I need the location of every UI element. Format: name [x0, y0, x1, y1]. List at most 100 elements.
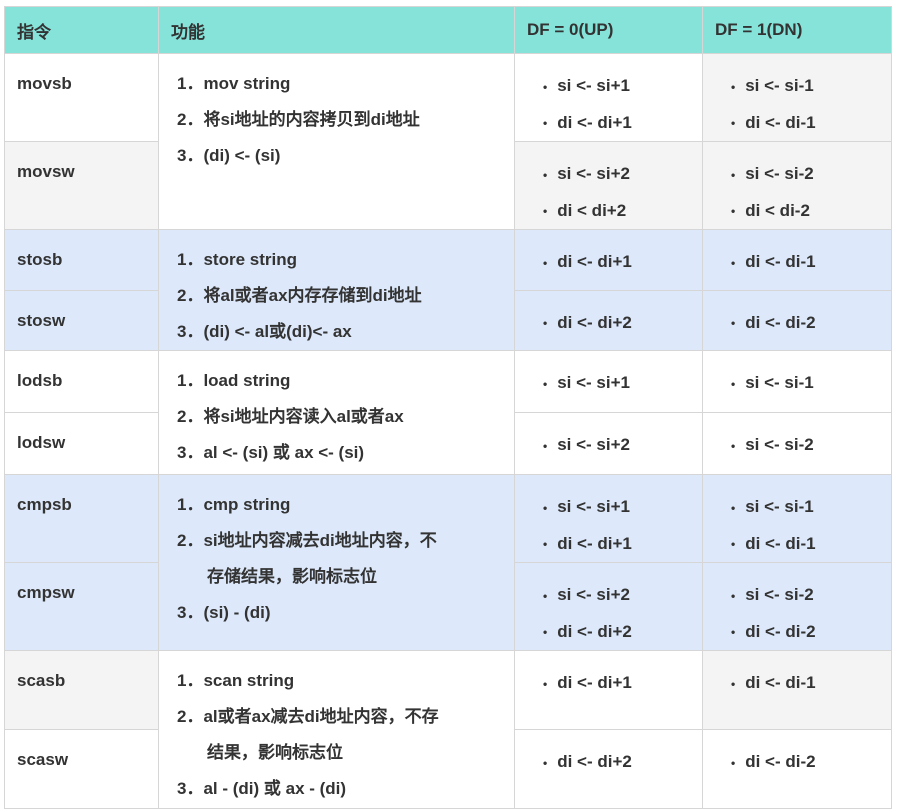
df-value: di <- di-1: [745, 112, 816, 132]
df-value: si <- si+2: [557, 164, 630, 184]
df1-cell: • si <- si-2: [702, 412, 892, 476]
function-line: 3．(di) <- al或(di)<- ax: [177, 322, 352, 342]
bullet-icon: •: [731, 500, 736, 515]
instruction-cell: stosb: [4, 229, 159, 291]
function-line: 1．store string: [177, 250, 297, 270]
df-value: si <- si-1: [745, 497, 814, 517]
function-line: 2．si地址内容减去di地址内容，不: [177, 531, 437, 551]
bullet-icon: •: [543, 588, 548, 603]
function-cell: 1．store string 2．将al或者ax内存存储到di地址 3．(di)…: [158, 229, 515, 352]
df-value: di <- di-1: [745, 533, 816, 553]
header-instruction: 指令: [4, 6, 159, 54]
df0-cell: • si <- si+2 • di < di+2: [514, 141, 703, 231]
function-line: 2．将si地址的内容拷贝到di地址: [177, 110, 420, 129]
bullet-icon: •: [543, 500, 548, 515]
df-value: di <- di-2: [745, 752, 816, 772]
bullet-icon: •: [543, 537, 548, 552]
bullet-icon: •: [731, 625, 736, 640]
function-line: 2．al或者ax减去di地址内容，不存: [177, 707, 439, 727]
df-value: di <- di+2: [557, 752, 632, 772]
string-instructions-table: 指令 功能 DF = 0(UP) DF = 1(DN) movsb 1．mov …: [4, 6, 892, 810]
header-function: 功能: [158, 6, 515, 54]
function-line: 3．(di) <- (si): [177, 146, 281, 165]
df0-cell: • di <- di+2: [514, 289, 703, 352]
bullet-icon: •: [543, 625, 548, 640]
df1-cell: • di <- di-2: [702, 729, 892, 810]
bullet-icon: •: [543, 376, 548, 391]
df-value: si <- si+2: [557, 435, 630, 455]
function-line: 2．将si地址内容读入al或者ax: [177, 407, 404, 427]
function-line: 2．将al或者ax内存存储到di地址: [177, 286, 422, 306]
bullet-icon: •: [731, 755, 736, 770]
bullet-icon: •: [731, 376, 736, 391]
bullet-icon: •: [731, 116, 736, 131]
table-row: lodsb 1．load string 2．将si地址内容读入al或者ax 3．…: [4, 350, 892, 476]
instruction-cell: lodsw: [4, 412, 159, 476]
bullet-icon: •: [731, 676, 736, 691]
df-value: di <- di+1: [557, 112, 632, 132]
df0-cell: • di <- di+1: [514, 650, 703, 731]
df0-cell: • si <- si+2: [514, 412, 703, 476]
df-value: si <- si-2: [745, 585, 814, 605]
df1-cell: • si <- si-2 • di < di-2: [702, 141, 892, 231]
function-cell: 1．load string 2．将si地址内容读入al或者ax 3．al <- …: [158, 350, 515, 476]
df-value: di <- di-2: [745, 621, 816, 641]
function-line: 3．al - (di) 或 ax - (di): [177, 779, 347, 799]
instruction-cell: cmpsw: [4, 562, 159, 652]
function-line: 存储结果，影响标志位: [207, 567, 377, 587]
df-value: di <- di-1: [745, 673, 816, 693]
df1-cell: • si <- si-1 • di <- di-1: [702, 52, 892, 143]
instruction-cell: stosw: [4, 289, 159, 352]
function-line: 3．(si) - (di): [177, 603, 271, 623]
table-row: cmpsb 1．cmp string 2．si地址内容减去di地址内容，不 存储…: [4, 474, 892, 652]
df-value: di <- di-2: [745, 312, 816, 332]
df-value: si <- si+1: [557, 497, 630, 517]
instruction-cell: lodsb: [4, 350, 159, 414]
bullet-icon: •: [731, 438, 736, 453]
df-value: si <- si+2: [557, 585, 630, 605]
df-value: di <- di+1: [557, 533, 632, 553]
instruction-cell: movsw: [4, 141, 159, 231]
df-value: di <- di-1: [745, 252, 816, 272]
instruction-cell: cmpsb: [4, 474, 159, 564]
df1-cell: • di <- di-2: [702, 289, 892, 352]
table-row: stosb 1．store string 2．将al或者ax内存存储到di地址 …: [4, 229, 892, 352]
df0-cell: • si <- si+1: [514, 350, 703, 414]
bullet-icon: •: [731, 537, 736, 552]
function-line: 3．al <- (si) 或 ax <- (si): [177, 443, 365, 463]
function-line: 1．load string: [177, 371, 291, 391]
df-value: di <- di+1: [557, 252, 632, 272]
df-value: si <- si-1: [745, 76, 814, 95]
bullet-icon: •: [543, 755, 548, 770]
df0-cell: • si <- si+1 • di <- di+1: [514, 474, 703, 564]
df0-cell: • si <- si+2 • di <- di+2: [514, 562, 703, 652]
df0-cell: • di <- di+2: [514, 729, 703, 810]
function-line: 1．scan string: [177, 671, 295, 691]
df-value: di <- di+2: [557, 312, 632, 332]
df-value: di < di+2: [557, 200, 627, 220]
df1-cell: • si <- si-2 • di <- di-2: [702, 562, 892, 652]
header-df1: DF = 1(DN): [702, 6, 892, 54]
bullet-icon: •: [731, 255, 736, 270]
function-cell: 1．cmp string 2．si地址内容减去di地址内容，不 存储结果，影响标…: [158, 474, 515, 652]
df1-cell: • si <- si-1 • di <- di-1: [702, 474, 892, 564]
bullet-icon: •: [543, 167, 548, 182]
function-cell: 1．mov string 2．将si地址的内容拷贝到di地址 3．(di) <-…: [158, 52, 515, 231]
df-value: si <- si-2: [745, 164, 814, 184]
df0-cell: • si <- si+1 • di <- di+1: [514, 52, 703, 143]
bullet-icon: •: [543, 438, 548, 453]
df-value: si <- si+1: [557, 373, 630, 393]
table-row: scasb 1．scan string 2．al或者ax减去di地址内容，不存 …: [4, 650, 892, 810]
bullet-icon: •: [543, 116, 548, 131]
instruction-cell: scasb: [4, 650, 159, 731]
bullet-icon: •: [543, 79, 548, 94]
function-line: 1．cmp string: [177, 495, 291, 515]
bullet-icon: •: [731, 316, 736, 331]
df1-cell: • di <- di-1: [702, 229, 892, 291]
df-value: si <- si+1: [557, 76, 630, 95]
bullet-icon: •: [731, 204, 736, 219]
df-value: di <- di+2: [557, 621, 632, 641]
df0-cell: • di <- di+1: [514, 229, 703, 291]
bullet-icon: •: [543, 255, 548, 270]
df-value: di <- di+1: [557, 673, 632, 693]
